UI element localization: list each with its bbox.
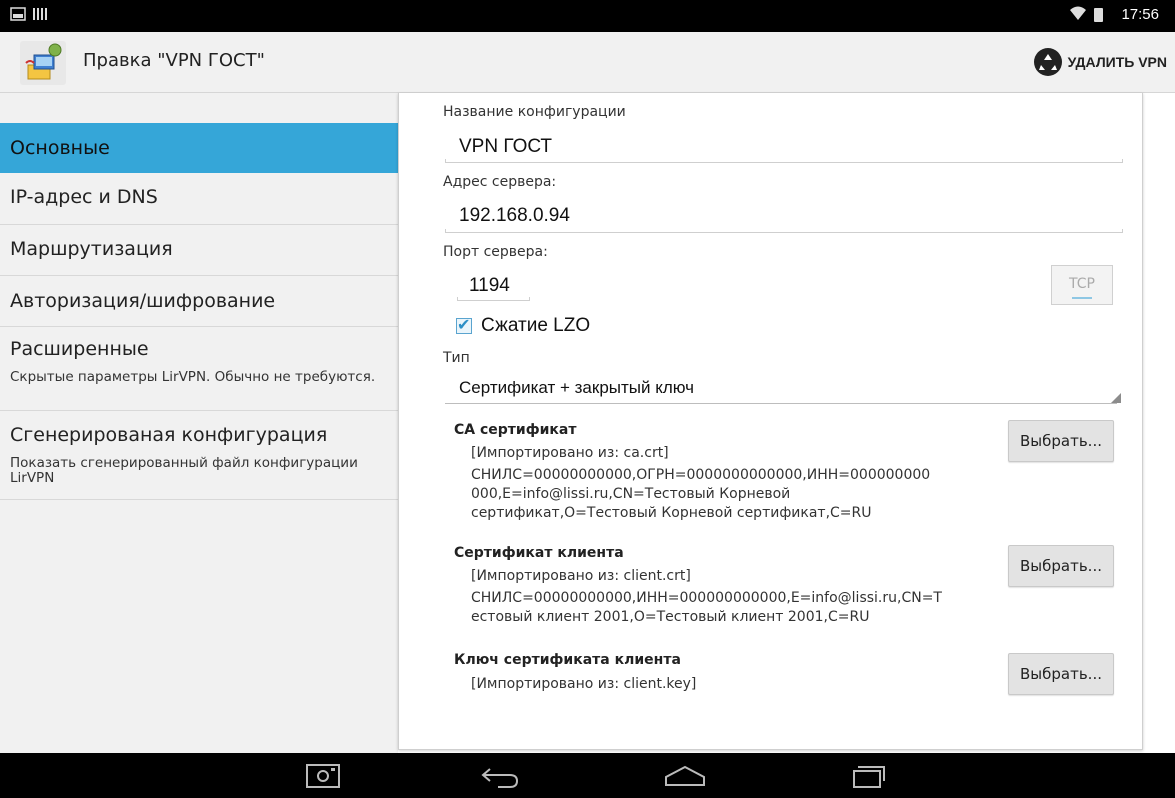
settings-sidebar: Основные IP-адрес и DNS Маршрутизация Ав… bbox=[0, 93, 398, 753]
ca-cert-imported: [Импортировано из: ca.crt] bbox=[471, 445, 669, 461]
client-cert-detail: естовый клиент 2001,O=Тестовый клиент 20… bbox=[471, 609, 870, 625]
sidebar-item-label: Авторизация/шифрование bbox=[10, 290, 276, 312]
config-name-field[interactable]: VPN ГОСТ bbox=[459, 136, 552, 158]
settings-detail-pane: Название конфигурации VPN ГОСТ Адрес сер… bbox=[398, 93, 1143, 750]
back-button-icon[interactable] bbox=[480, 765, 520, 793]
spinner-dropdown-icon bbox=[1111, 393, 1121, 403]
sidebar-item-label: IP-адрес и DNS bbox=[10, 186, 158, 208]
sidebar-item-basic[interactable]: Основные bbox=[0, 123, 398, 173]
type-spinner-underline bbox=[445, 403, 1117, 404]
server-address-label: Адрес сервера: bbox=[443, 174, 557, 190]
sidebar-item-label: Основные bbox=[10, 137, 110, 159]
sidebar-item-routing[interactable]: Маршрутизация bbox=[0, 225, 398, 276]
lzo-compression-checkbox[interactable] bbox=[456, 315, 472, 334]
home-button-icon[interactable] bbox=[664, 765, 706, 791]
tcp-toggle-button[interactable]: TCP bbox=[1051, 265, 1113, 305]
app-icon[interactable] bbox=[20, 41, 66, 85]
tcp-toggle-label: TCP bbox=[1069, 276, 1095, 292]
client-key-title: Ключ сертификата клиента bbox=[454, 652, 681, 668]
sidebar-item-label: Расширенные bbox=[10, 338, 149, 360]
sidebar-item-label: Маршрутизация bbox=[10, 238, 173, 260]
server-address-field[interactable]: 192.168.0.94 bbox=[459, 205, 570, 227]
tcp-toggle-indicator bbox=[1072, 297, 1092, 299]
lzo-compression-label[interactable]: Сжатие LZO bbox=[481, 315, 590, 337]
ca-cert-title: CA сертификат bbox=[454, 422, 577, 438]
ca-cert-choose-button[interactable]: Выбрать... bbox=[1008, 420, 1114, 462]
client-key-imported: [Импортировано из: client.key] bbox=[471, 676, 697, 692]
server-port-underline bbox=[457, 297, 530, 301]
server-port-label: Порт сервера: bbox=[443, 244, 548, 260]
sidebar-item-ip-dns[interactable]: IP-адрес и DNS bbox=[0, 173, 398, 225]
sidebar-item-label: Сгенерированая конфигурация bbox=[10, 424, 328, 446]
type-spinner[interactable]: Сертификат + закрытый ключ bbox=[459, 378, 694, 398]
config-name-label: Название конфигурации bbox=[443, 104, 626, 120]
ca-cert-detail: СНИЛС=00000000000,ОГРН=0000000000000,ИНН… bbox=[471, 467, 931, 483]
sidebar-item-generated-config[interactable]: Сгенерированая конфигурация Показать сге… bbox=[0, 411, 398, 500]
ca-cert-detail: 000,E=info@lissi.ru,CN=Тестовый Корневой bbox=[471, 486, 791, 502]
action-bar: Правка "VPN ГОСТ" УДАЛИТЬ VPN bbox=[0, 32, 1175, 93]
sidebar-item-subtitle: Показать сгенерированный файл конфигурац… bbox=[10, 455, 358, 486]
screenshot-notification-icon bbox=[10, 7, 26, 25]
barcode-notification-icon bbox=[32, 7, 48, 25]
client-cert-detail: СНИЛС=00000000000,ИНН=000000000000,E=inf… bbox=[471, 590, 942, 606]
client-key-choose-button[interactable]: Выбрать... bbox=[1008, 653, 1114, 695]
recycle-icon bbox=[1033, 48, 1062, 76]
delete-vpn-label: УДАЛИТЬ VPN bbox=[1067, 54, 1167, 70]
client-cert-imported: [Импортировано из: client.crt] bbox=[471, 568, 691, 584]
delete-vpn-button[interactable]: УДАЛИТЬ VPN bbox=[1033, 47, 1167, 77]
page-title: Правка "VPN ГОСТ" bbox=[83, 50, 265, 71]
sidebar-item-auth-encryption[interactable]: Авторизация/шифрование bbox=[0, 276, 398, 327]
config-name-underline bbox=[445, 159, 1123, 163]
status-bar: 17:56 bbox=[0, 0, 1175, 32]
client-cert-choose-button[interactable]: Выбрать... bbox=[1008, 545, 1114, 587]
client-cert-title: Сертификат клиента bbox=[454, 545, 624, 561]
sidebar-item-advanced[interactable]: Расширенные Скрытые параметры LirVPN. Об… bbox=[0, 327, 398, 411]
server-address-underline bbox=[445, 229, 1123, 233]
type-label: Тип bbox=[443, 350, 470, 366]
ca-cert-detail: сертификат,O=Тестовый Корневой сертифика… bbox=[471, 505, 872, 521]
battery-icon bbox=[1094, 8, 1103, 22]
wifi-icon bbox=[1069, 5, 1087, 25]
recent-apps-button-icon[interactable] bbox=[852, 763, 886, 793]
screenshot-button-icon[interactable] bbox=[305, 763, 341, 793]
clock: 17:56 bbox=[1121, 6, 1159, 23]
server-port-field[interactable]: 1194 bbox=[469, 275, 510, 297]
sidebar-item-subtitle: Скрытые параметры LirVPN. Обычно не треб… bbox=[10, 369, 376, 385]
navigation-bar bbox=[0, 753, 1175, 798]
